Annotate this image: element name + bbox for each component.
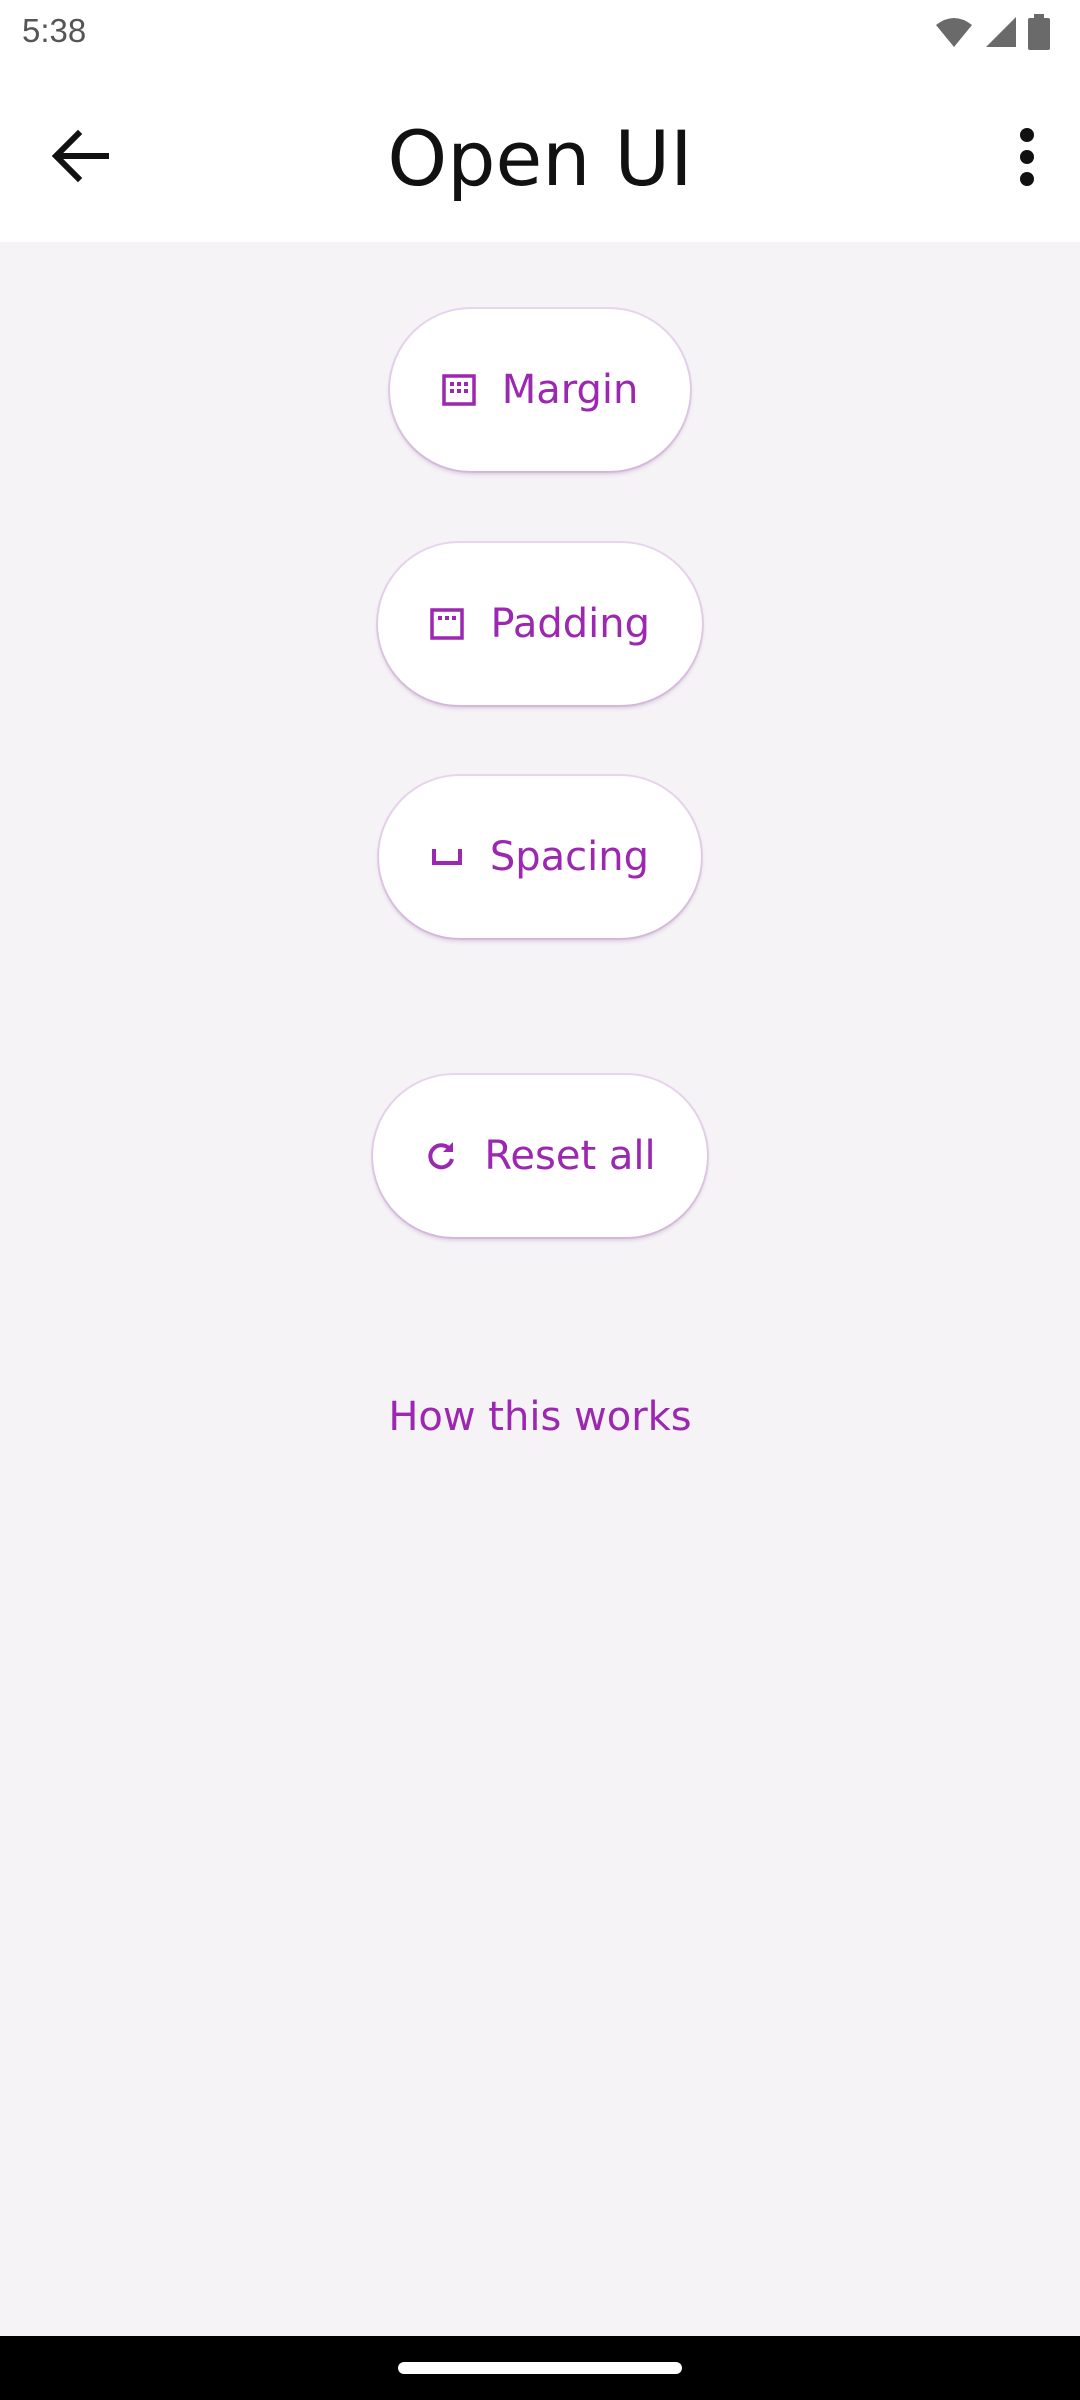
space-bar-icon [431, 839, 464, 875]
refresh-icon [424, 1138, 458, 1174]
reset-all-button-label: Reset all [484, 1133, 656, 1179]
reset-all-button[interactable]: Reset all [373, 1075, 707, 1237]
status-icons [934, 14, 1050, 54]
margin-button-label: Margin [501, 367, 639, 413]
padding-icon [430, 606, 465, 642]
overflow-menu-button[interactable] [992, 114, 1062, 204]
how-this-works-link[interactable]: How this works [0, 1394, 1080, 1440]
battery-icon [1028, 14, 1050, 54]
signal-icon [984, 15, 1018, 53]
margin-button[interactable]: Margin [390, 309, 690, 471]
spacing-button[interactable]: Spacing [379, 776, 701, 938]
margin-icon [441, 372, 476, 408]
status-bar: 5:38 [0, 0, 1080, 64]
page-title: Open UI [387, 114, 693, 203]
spacing-button-label: Spacing [489, 834, 649, 880]
app-bar: Open UI [0, 64, 1080, 242]
wifi-icon [934, 15, 974, 53]
more-vert-icon [1019, 127, 1035, 191]
home-gesture-handle[interactable] [398, 2362, 682, 2374]
padding-button[interactable]: Padding [378, 543, 702, 705]
status-time: 5:38 [22, 12, 87, 49]
padding-button-label: Padding [490, 601, 650, 647]
